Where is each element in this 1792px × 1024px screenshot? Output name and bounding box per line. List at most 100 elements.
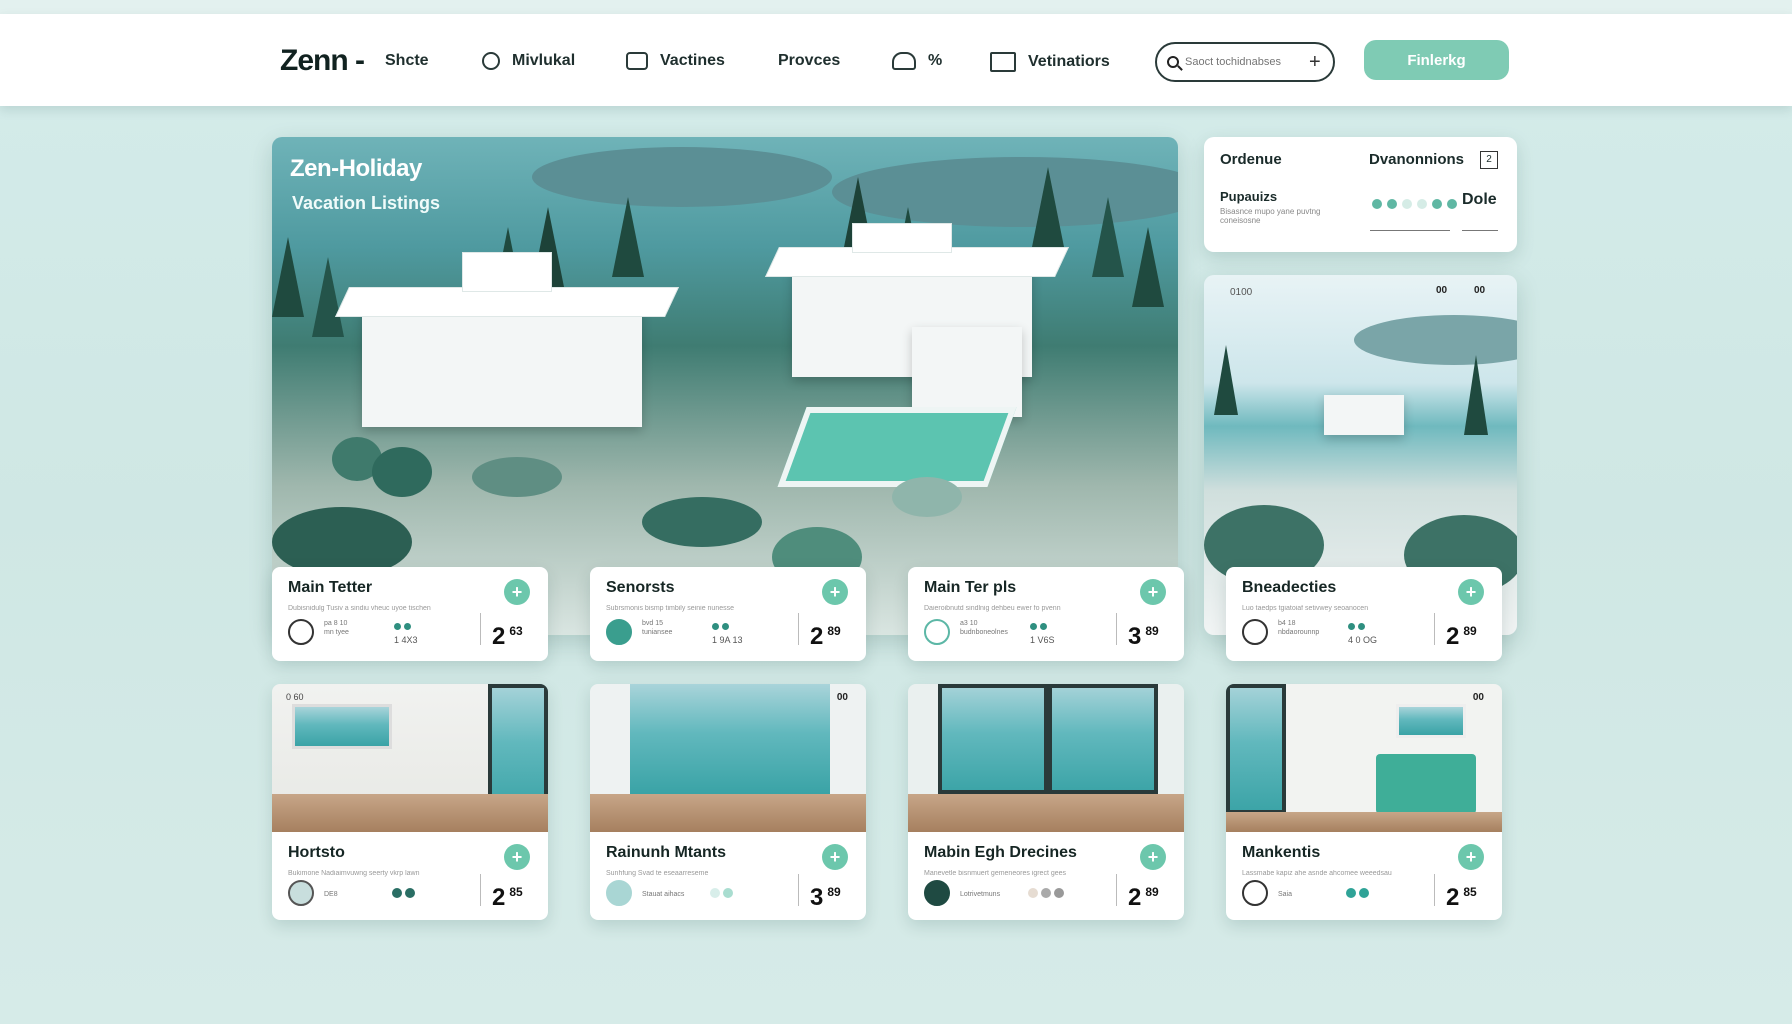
listing-code: 1 9A 13 bbox=[712, 635, 743, 645]
hero-image[interactable]: Zen-Holiday Vacation Listings bbox=[272, 137, 1178, 635]
mountain bbox=[1354, 315, 1517, 365]
room-card[interactable]: 00 Mankentis + Lassmabe kapiz ahe asnde … bbox=[1226, 684, 1502, 920]
room-meta: Stauat aihacs bbox=[642, 891, 685, 898]
bush bbox=[892, 477, 962, 517]
room-subtitle: Sunhfung Svad te eseaarreseme bbox=[606, 870, 709, 877]
status-dots bbox=[394, 623, 411, 630]
divider bbox=[1434, 874, 1435, 906]
add-button[interactable]: + bbox=[504, 579, 530, 605]
listing-meta: b4 18 nbdaorounnp bbox=[1278, 620, 1320, 636]
compass-icon bbox=[482, 52, 500, 70]
floor bbox=[908, 794, 1184, 832]
room-title: Hortsto bbox=[288, 844, 345, 861]
listing-price: 2 63 bbox=[492, 623, 523, 650]
avatar bbox=[924, 619, 950, 645]
search-input[interactable] bbox=[1185, 56, 1303, 68]
date-input[interactable] bbox=[1462, 217, 1498, 231]
add-button[interactable]: + bbox=[822, 579, 848, 605]
mountain bbox=[532, 147, 832, 207]
add-button[interactable]: + bbox=[1458, 579, 1484, 605]
room-subtitle: Bukimone Nadiaimvuwng seerty vkrp lawn bbox=[288, 870, 420, 877]
avatar bbox=[606, 619, 632, 645]
nav-label: % bbox=[928, 52, 943, 69]
navbar: Zenn - Shcte Mivlukal Vactines Provces %… bbox=[0, 14, 1792, 106]
room-card[interactable]: Mabin Egh Drecines + Manevetle bisnmuert… bbox=[908, 684, 1184, 920]
listing-meta: a3 10 budnboneolnes bbox=[960, 620, 1008, 636]
mountain bbox=[832, 157, 1178, 227]
image-dots: 00 bbox=[1436, 285, 1448, 296]
search-bar[interactable]: + bbox=[1155, 42, 1335, 82]
listing-code: 1 4X3 bbox=[394, 635, 418, 645]
date-label[interactable]: Dole bbox=[1462, 191, 1497, 209]
image-dots: 00 bbox=[836, 692, 848, 703]
status-dots bbox=[1030, 623, 1047, 630]
status-dots bbox=[1028, 888, 1064, 898]
room-card[interactable]: 0 60 Hortsto + Bukimone Nadiaimvuwng see… bbox=[272, 684, 548, 920]
nav-item-vetinatiors[interactable]: Vetinatiors bbox=[990, 52, 1110, 72]
plus-icon[interactable]: + bbox=[1309, 52, 1321, 72]
image-code: 0100 bbox=[1230, 287, 1253, 298]
rating-dot bbox=[1417, 199, 1427, 209]
cta-button[interactable]: Finlerkg bbox=[1364, 40, 1509, 80]
top-strip bbox=[0, 0, 1792, 14]
nav-item-shcte[interactable]: Shcte bbox=[385, 52, 429, 70]
order-label[interactable]: Ordenue bbox=[1220, 151, 1282, 168]
tree bbox=[272, 237, 304, 317]
window bbox=[1226, 684, 1286, 814]
tree bbox=[312, 257, 344, 337]
listing-code: 4 0 OG bbox=[1348, 635, 1378, 645]
room-meta: DE8 bbox=[324, 891, 338, 898]
room-image bbox=[272, 684, 548, 832]
room-meta: Saia bbox=[1278, 891, 1293, 898]
floor bbox=[1226, 812, 1502, 832]
floor bbox=[590, 794, 866, 832]
room-card[interactable]: 00 Rainunh Mtants + Sunhfung Svad te ese… bbox=[590, 684, 866, 920]
listing-title: Bneadecties bbox=[1242, 579, 1337, 596]
tree bbox=[612, 197, 644, 277]
nav-item-vactines[interactable]: Vactines bbox=[626, 52, 725, 70]
rating-dots[interactable] bbox=[1372, 199, 1457, 209]
popular-label[interactable]: Pupauizs bbox=[1220, 189, 1277, 204]
avatar bbox=[1242, 880, 1268, 906]
add-button[interactable]: + bbox=[1140, 844, 1166, 870]
room-price: 2 85 bbox=[1446, 884, 1477, 911]
room-image bbox=[1226, 684, 1502, 832]
divider bbox=[1116, 613, 1117, 645]
destinations-label[interactable]: Dvanonnions bbox=[1369, 151, 1464, 168]
listing-card[interactable]: Bneadecties + Luo taedps tgiatoiaf setiv… bbox=[1226, 567, 1502, 661]
listing-card[interactable]: Main Tetter + Dubisnidulg Tusiv a sindiu… bbox=[272, 567, 548, 661]
room-image bbox=[908, 684, 1184, 832]
avatar bbox=[606, 880, 632, 906]
bed bbox=[1376, 754, 1476, 814]
bush bbox=[472, 457, 562, 497]
room-info: Hortsto + Bukimone Nadiaimvuwng seerty v… bbox=[272, 832, 548, 920]
villa-roof bbox=[852, 223, 952, 253]
nav-item-provces[interactable]: Provces bbox=[778, 52, 840, 70]
floor bbox=[272, 794, 548, 832]
add-button[interactable]: + bbox=[1140, 579, 1166, 605]
divider bbox=[480, 613, 481, 645]
nav-item-mivlukal[interactable]: Mivlukal bbox=[482, 52, 575, 70]
image-code: 0 60 bbox=[286, 692, 304, 702]
room-info: Mankentis + Lassmabe kapiz ahe asnde ahc… bbox=[1226, 832, 1502, 920]
add-button[interactable]: + bbox=[504, 844, 530, 870]
window bbox=[1048, 684, 1158, 794]
rating-dot bbox=[1372, 199, 1382, 209]
logo[interactable]: Zenn - bbox=[280, 44, 365, 78]
room-price: 2 85 bbox=[492, 884, 523, 911]
count-badge[interactable]: 2 bbox=[1480, 151, 1498, 169]
villa-roof bbox=[462, 252, 552, 292]
add-button[interactable]: + bbox=[822, 844, 848, 870]
listing-card[interactable]: Main Ter pls + Daieroibnutd sindlnig deh… bbox=[908, 567, 1184, 661]
divider bbox=[480, 874, 481, 906]
add-button[interactable]: + bbox=[1458, 844, 1484, 870]
rating-dot bbox=[1447, 199, 1457, 209]
image-dots: 00 bbox=[1474, 285, 1486, 296]
nav-item-percent[interactable]: % bbox=[892, 52, 942, 70]
listing-card[interactable]: Senorsts + Subrsmonis bismp timbily sein… bbox=[590, 567, 866, 661]
car-icon bbox=[990, 52, 1016, 72]
wall-painting bbox=[292, 704, 392, 749]
window bbox=[938, 684, 1048, 794]
range-input[interactable] bbox=[1370, 217, 1450, 231]
room-price: 3 89 bbox=[810, 884, 841, 911]
